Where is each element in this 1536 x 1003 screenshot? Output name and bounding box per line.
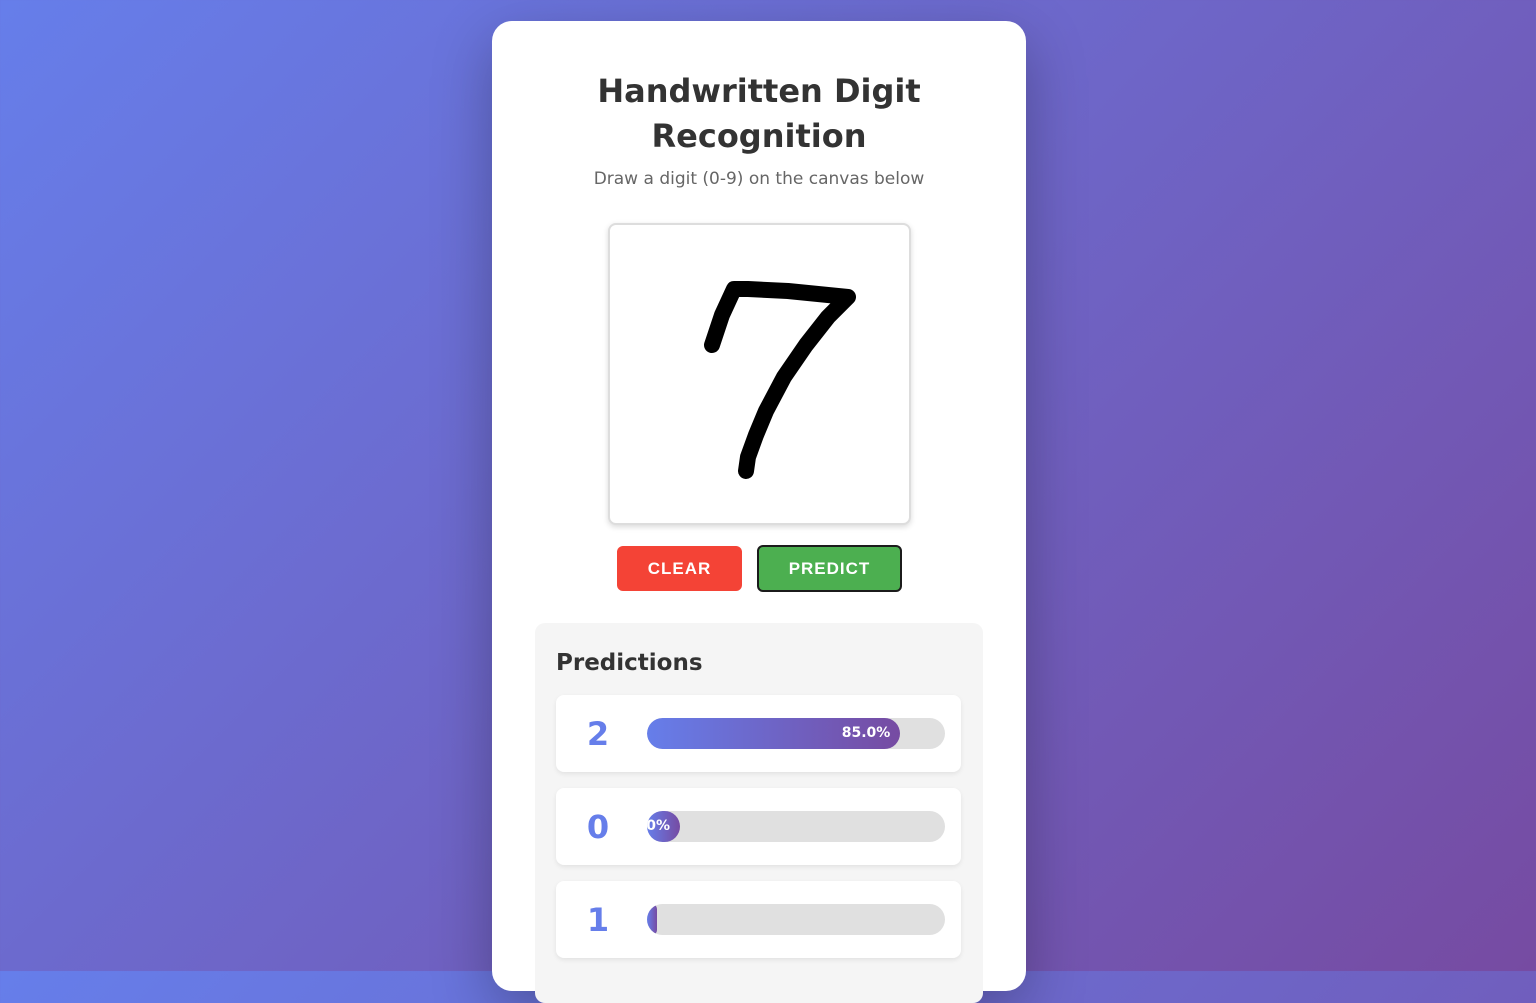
confidence-bar-fill: 85.0% (647, 718, 901, 749)
confidence-bar-track: 85.0% (647, 718, 945, 749)
drawing-canvas[interactable] (608, 223, 911, 525)
handwritten-digit-drawing (704, 281, 856, 479)
prediction-row: 1 (556, 881, 961, 958)
prediction-row: 2 85.0% (556, 695, 961, 772)
confidence-bar-fill: 0% (647, 811, 680, 842)
confidence-bar-track (647, 904, 945, 935)
prediction-digit: 2 (586, 715, 610, 753)
predictions-panel: Predictions 2 85.0% 0 0% 1 (535, 623, 983, 1003)
prediction-digit: 1 (586, 901, 610, 939)
page-subtitle: Draw a digit (0-9) on the canvas below (593, 169, 925, 189)
confidence-bar-track: 0% (647, 811, 945, 842)
clear-button[interactable]: CLEAR (617, 546, 742, 591)
prediction-row: 0 0% (556, 788, 961, 865)
page-title: Handwritten Digit Recognition (597, 72, 921, 155)
confidence-label: 0% (647, 818, 670, 834)
confidence-label: 85.0% (841, 725, 891, 741)
predictions-title: Predictions (556, 650, 703, 676)
prediction-digit: 0 (586, 808, 610, 846)
confidence-bar-fill (647, 904, 657, 935)
predict-button[interactable]: PREDICT (757, 545, 902, 592)
recognition-card: Handwritten Digit Recognition Draw a dig… (492, 21, 1026, 1003)
